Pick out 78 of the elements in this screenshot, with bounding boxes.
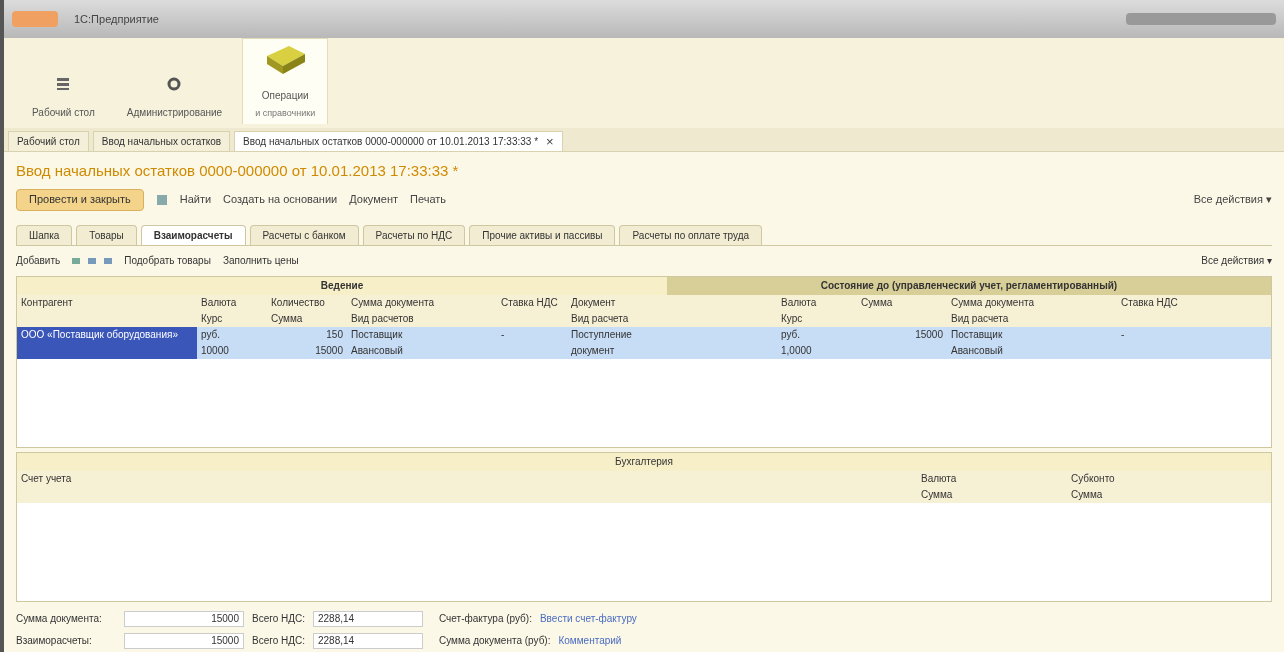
field-label: Всего НДС: xyxy=(252,612,305,626)
all-actions-button[interactable]: Все действия ▾ xyxy=(1201,253,1272,268)
add-button[interactable]: Добавить xyxy=(16,253,61,268)
column-header: Счет учета xyxy=(20,471,73,486)
column-header: Документ xyxy=(570,295,617,310)
table-cell-text: руб. xyxy=(780,327,802,342)
table-cell-text: 1,0000 xyxy=(780,343,813,358)
form-tab[interactable]: Прочие активы и пассивы xyxy=(469,224,616,245)
open-tab[interactable]: Ввод начальных остатков xyxy=(92,131,231,151)
column-header: Валюта xyxy=(920,471,958,486)
form-tab[interactable]: Товары xyxy=(76,224,137,245)
column-header: Ставка НДС xyxy=(500,295,559,310)
form-tab[interactable]: Взаиморасчеты xyxy=(140,224,246,245)
toolbar-button[interactable]: Создать на основании xyxy=(223,191,338,208)
open-tab[interactable]: Ввод начальных остатков 0000-000000 от 10.01.2013 17:33:33 * × xyxy=(234,131,563,151)
field-label: Всего НДС: xyxy=(252,634,305,648)
field-label: Взаиморасчеты: xyxy=(16,634,93,648)
post-close-button[interactable]: Провести и закрыть xyxy=(16,188,144,211)
column-header: Ставка НДС xyxy=(1120,295,1179,310)
document-title: Ввод начальных остатков 0000-000000 от 10.01.2013 17:33:33 * xyxy=(16,161,460,181)
toolbar-button[interactable]: Заполнить цены xyxy=(222,253,299,268)
form-tab[interactable]: Расчеты по оплате труда xyxy=(619,224,763,245)
toolbar-button[interactable]: Подобрать товары xyxy=(124,253,211,268)
table-cell-text: Поставщик xyxy=(950,327,1004,342)
table-cell-text: 150 xyxy=(325,327,344,342)
all-actions-button[interactable]: Все действия ▾ xyxy=(1193,191,1272,208)
field-label: Сумма документа (руб): xyxy=(439,634,551,648)
table-row[interactable]: ООО «Поставщик оборудования» руб. 150 Поставщик - Поступление руб. 15000 Поставщик - 10000 15000 Авансовый документ 1,0000 Авансовый xyxy=(17,326,1271,359)
column-header: Сумма документа xyxy=(350,295,435,310)
toolbar-button[interactable]: Найти xyxy=(179,191,212,208)
table-cell-text: - xyxy=(1120,327,1126,342)
form-tab[interactable]: Расчеты с банком xyxy=(249,224,359,245)
column-header: Вид расчета xyxy=(570,311,630,326)
column-header: Курс xyxy=(780,311,804,326)
column-header: Сумма xyxy=(860,295,894,310)
column-header: Курс xyxy=(200,311,224,326)
form-tab[interactable]: Шапка xyxy=(16,224,73,245)
section-button[interactable]: Рабочий стол xyxy=(20,38,107,124)
value-field[interactable]: 15000 xyxy=(124,632,244,649)
vat-field[interactable]: 2288,14 xyxy=(313,632,423,649)
table-cell-text: Авансовый xyxy=(950,343,1004,358)
table-cell-text: Поставщик xyxy=(350,327,404,342)
window-title: 1С:Предприятие xyxy=(74,11,159,27)
column-header: Вид расчета xyxy=(950,311,1010,326)
column-header: Сумма документа xyxy=(950,295,1035,310)
column-header: Вид расчетов xyxy=(350,311,415,326)
section-button[interactable]: Операции и справочники xyxy=(242,38,329,124)
table-cell-text: 15000 xyxy=(314,343,344,358)
table-cell-text: Поступление xyxy=(570,327,633,342)
group-header: Ведение xyxy=(17,276,667,295)
table-cell-text: - xyxy=(500,327,506,342)
toolbar-button[interactable]: Документ xyxy=(349,191,398,208)
column-header: Сумма xyxy=(1070,487,1104,502)
group-header: Бухгалтерия xyxy=(17,452,1271,471)
table-cell-text: Авансовый xyxy=(350,343,404,358)
column-header: Сумма xyxy=(920,487,954,502)
open-tab[interactable]: Рабочий стол xyxy=(8,131,89,151)
link[interactable]: Комментарий xyxy=(558,633,622,648)
column-header: Контрагент xyxy=(20,295,74,310)
section-button[interactable]: Администрирование xyxy=(114,38,235,124)
column-header: Валюта xyxy=(780,295,818,310)
table-cell-text: 10000 xyxy=(200,343,230,358)
table-cell-text: руб. xyxy=(200,327,222,342)
field-label: Сумма документа: xyxy=(16,612,103,626)
close-icon[interactable]: × xyxy=(546,131,554,152)
toolbar-button[interactable]: Печать xyxy=(410,191,447,208)
value-field[interactable]: 15000 xyxy=(124,610,244,627)
group-header: Состояние до (управленческий учет, регламентированный) xyxy=(667,276,1271,295)
table-cell-text: документ xyxy=(570,343,616,358)
form-tab[interactable]: Расчеты по НДС xyxy=(362,224,466,245)
column-header: Субконто xyxy=(1070,471,1116,486)
table-cell-text: 15000 xyxy=(914,327,944,342)
field-label: Счет-фактура (руб): xyxy=(439,612,532,626)
column-header: Количество xyxy=(270,295,326,310)
link[interactable]: Ввести счет-фактуру xyxy=(539,611,637,626)
column-header: Сумма xyxy=(270,311,304,326)
vat-field[interactable]: 2288,14 xyxy=(313,610,423,627)
column-header: Валюта xyxy=(200,295,238,310)
